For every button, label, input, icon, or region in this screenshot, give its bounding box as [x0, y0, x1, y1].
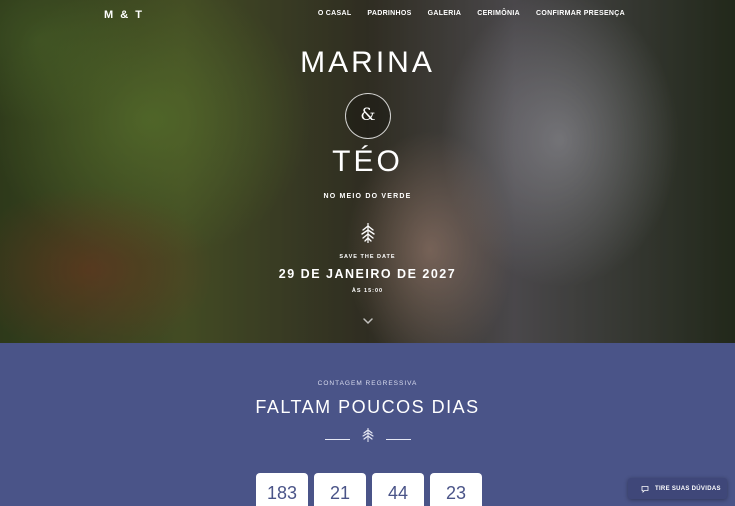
- chat-icon: [641, 485, 649, 493]
- wedding-date: 29 DE JANEIRO DE 2027: [278, 267, 457, 281]
- nav-item-o-casal[interactable]: O CASAL: [318, 10, 352, 17]
- countdown-section: CONTAGEM REGRESSIVA FALTAM POUCOS DIAS 1…: [0, 343, 735, 506]
- nav-item-padrinhos[interactable]: PADRINHOS: [367, 10, 411, 17]
- countdown-box-days: 183: [256, 473, 308, 506]
- wedding-time: ÀS 15:00: [351, 288, 384, 294]
- countdown-box-hours: 21: [314, 473, 366, 506]
- bride-name: MARINA: [300, 46, 435, 79]
- top-navigation: M & T O CASAL PADRINHOS GALERIA CERIMÔNI…: [0, 0, 735, 30]
- chevron-down-icon[interactable]: [362, 316, 374, 326]
- divider-line-left: [325, 439, 350, 440]
- leaf-icon: [362, 428, 374, 442]
- hero-tagline: NO MEIO DO VERDE: [323, 193, 412, 200]
- groom-name: TÉO: [332, 145, 403, 178]
- countdown-kicker: CONTAGEM REGRESSIVA: [317, 380, 418, 387]
- nav-item-cerimonia[interactable]: CERIMÔNIA: [477, 10, 520, 17]
- ampersand-badge: &: [345, 93, 391, 139]
- help-chat-button[interactable]: TIRE SUAS DÚVIDAS: [628, 478, 727, 499]
- countdown-boxes: 183 21 44 23: [256, 473, 482, 506]
- brand-logo[interactable]: M & T: [104, 9, 144, 21]
- countdown-box-seconds: 23: [430, 473, 482, 506]
- hero-section: M & T O CASAL PADRINHOS GALERIA CERIMÔNI…: [0, 0, 735, 343]
- countdown-heading: FALTAM POUCOS DIAS: [255, 397, 480, 417]
- help-chat-label: TIRE SUAS DÚVIDAS: [655, 485, 721, 492]
- nav-item-confirmar-presenca[interactable]: CONFIRMAR PRESENÇA: [536, 10, 625, 17]
- nav-menu: O CASAL PADRINHOS GALERIA CERIMÔNIA CONF…: [318, 10, 625, 17]
- leaf-icon: [361, 223, 375, 243]
- countdown-box-minutes: 44: [372, 473, 424, 506]
- divider-line-right: [386, 439, 411, 440]
- save-the-date-label: SAVE THE DATE: [339, 254, 396, 260]
- nav-item-galeria[interactable]: GALERIA: [428, 10, 462, 17]
